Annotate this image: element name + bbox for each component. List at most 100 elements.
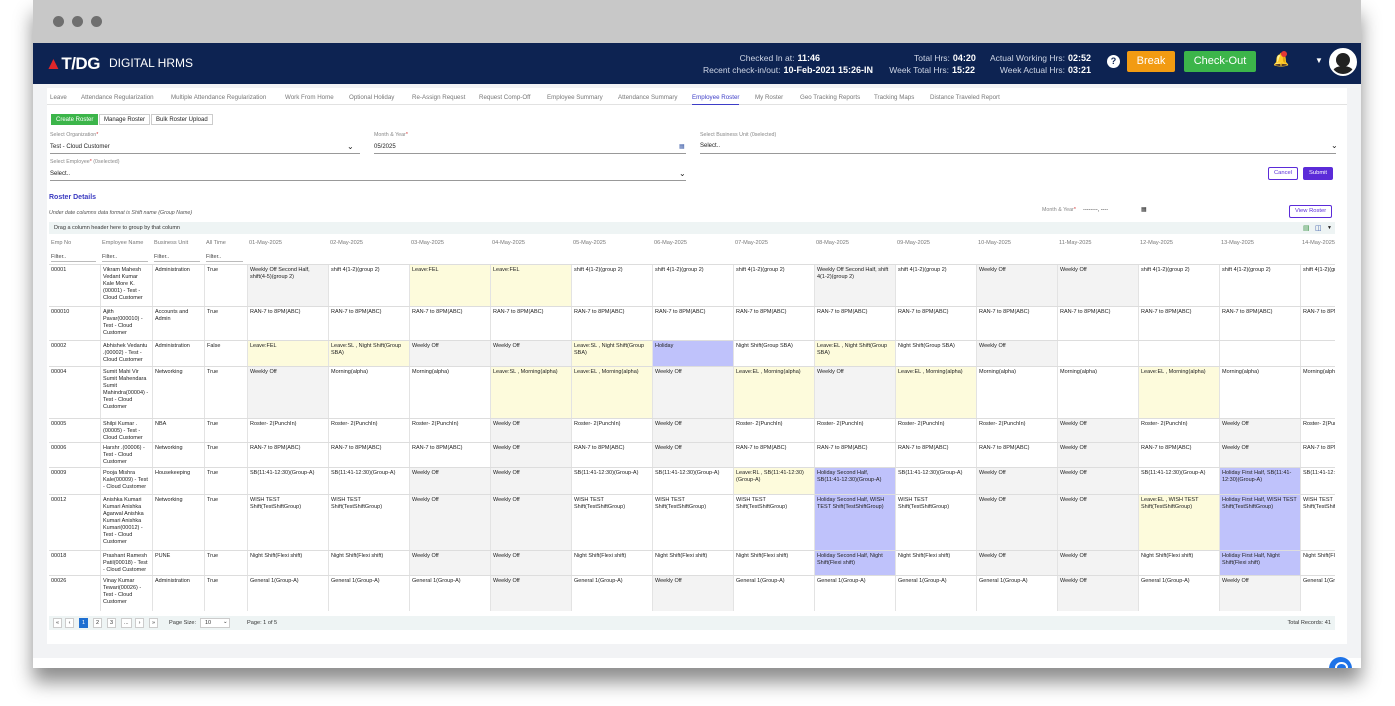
tab-tracking-maps[interactable]: Tracking Maps [874, 94, 914, 101]
roster-cell[interactable]: RAN-7 to 8PM(ABC) [328, 443, 409, 467]
roster-cell[interactable]: Weekly Off [652, 419, 733, 442]
roster-cell[interactable]: Weekly Off [1057, 551, 1138, 575]
roster-cell[interactable]: Weekly Off [490, 576, 571, 611]
roster-cell[interactable]: SB(11:41-12:30)(Group-A) [652, 468, 733, 494]
check-out-button[interactable]: Check-Out [1184, 51, 1256, 72]
roster-cell[interactable]: General 1(Group-A) [733, 576, 814, 611]
bell-icon[interactable]: 🔔 [1273, 51, 1289, 68]
roster-cell[interactable]: RAN-7 to 8PM(ABC) [490, 307, 571, 340]
column-header[interactable]: 08-May-2025 [816, 240, 849, 246]
column-header[interactable]: 11-May-2025 [1059, 240, 1092, 246]
emp-select[interactable]: Select.. [50, 171, 70, 177]
manage-roster-button[interactable]: Manage Roster [99, 114, 151, 125]
roster-cell[interactable]: Roster- 2(PunchIn) [328, 419, 409, 442]
page-button[interactable]: ... [121, 618, 132, 628]
tab-re-assign-request[interactable]: Re-Assign Request [412, 94, 465, 101]
roster-cell[interactable]: Night Shift(Group SBA) [733, 341, 814, 366]
roster-cell[interactable]: Morning(alpha) [409, 367, 490, 418]
tab-work-from-home[interactable]: Work From Home [285, 94, 334, 101]
roster-cell[interactable]: Holiday First Half, Night Shift(Flexi sh… [1219, 551, 1300, 575]
roster-cell[interactable]: SB(11:41-12:30)(Group-A) [247, 468, 328, 494]
chevron-down-icon[interactable]: ⌄ [1331, 141, 1338, 150]
roster-cell[interactable]: RAN-7 to 8PM(ABC) [571, 307, 652, 340]
tab-attendance-summary[interactable]: Attendance Summary [618, 94, 678, 101]
roster-cell[interactable]: Night Shift(Flexi shift) [571, 551, 652, 575]
column-header[interactable]: Employee Name [102, 240, 143, 246]
roster-cell[interactable]: General 1(Group-A) [895, 576, 976, 611]
roster-cell[interactable]: Leave:EL , Morning(alpha) [733, 367, 814, 418]
roster-cell[interactable]: shift 4(1-2)(group 2) [733, 265, 814, 306]
tab-leave[interactable]: Leave [50, 94, 67, 101]
roster-cell[interactable]: Leave:SL , Morning(alpha) [490, 367, 571, 418]
roster-cell[interactable]: Weekly Off [490, 468, 571, 494]
calendar-icon[interactable]: ▦ [679, 143, 685, 150]
bu-select[interactable]: Select.. [700, 143, 720, 149]
submit-button[interactable]: Submit [1303, 167, 1334, 180]
column-header[interactable]: 07-May-2025 [735, 240, 768, 246]
roster-cell[interactable]: RAN-7 to 8PM(ABC) [733, 443, 814, 467]
roster-cell[interactable]: Night Shift(Flexi shift) [733, 551, 814, 575]
month-input[interactable]: 05/2025 [374, 144, 396, 150]
roster-cell[interactable]: General 1(Group-A) [1300, 576, 1335, 611]
roster-cell[interactable]: Weekly Off [490, 419, 571, 442]
roster-cell[interactable]: Weekly Off [652, 576, 733, 611]
roster-cell[interactable]: Weekly Off [976, 551, 1057, 575]
roster-cell[interactable]: RAN-7 to 8PM(ABC) [247, 307, 328, 340]
column-chooser-icon[interactable]: ◫ [1315, 224, 1322, 232]
roster-cell[interactable]: Weekly Off [1057, 468, 1138, 494]
roster-cell[interactable]: Leave:FEL [409, 265, 490, 306]
roster-cell[interactable]: RAN-7 to 8PM(ABC) [652, 307, 733, 340]
roster-cell[interactable]: SB(11:41-12:30)(Group-A) [895, 468, 976, 494]
roster-cell[interactable]: Weekly Off [1057, 443, 1138, 467]
create-roster-button[interactable]: Create Roster [51, 114, 99, 125]
roster-cell[interactable]: Leave:EL , WISH TEST Shift(TestShiftGrou… [1138, 495, 1219, 550]
roster-cell[interactable]: Leave:RL , SB(11:41-12:30)(Group-A) [733, 468, 814, 494]
roster-cell[interactable]: Roster- 2(PunchIn) [1300, 419, 1335, 442]
roster-cell[interactable]: Leave:EL , Morning(alpha) [895, 367, 976, 418]
roster-cell[interactable]: Weekly Off [409, 551, 490, 575]
roster-cell[interactable]: Weekly Off [976, 468, 1057, 494]
chevron-down-icon[interactable]: ⌄ [223, 619, 228, 625]
roster-cell[interactable]: Morning(alpha) [328, 367, 409, 418]
roster-cell[interactable]: RAN-7 to 8PM(ABC) [1300, 307, 1335, 340]
roster-cell[interactable]: SB(11:41-12:30)(Group-A) [571, 468, 652, 494]
page-button[interactable]: 2 [93, 618, 103, 628]
roster-cell[interactable]: Weekly Off [409, 495, 490, 550]
roster-cell[interactable]: Weekly Off [1057, 265, 1138, 306]
roster-cell[interactable]: General 1(Group-A) [1138, 576, 1219, 611]
tab-my-roster[interactable]: My Roster [755, 94, 783, 101]
roster-cell[interactable]: RAN-7 to 8PM(ABC) [1138, 307, 1219, 340]
roster-cell[interactable]: Night Shift(Flexi shift) [1138, 551, 1219, 575]
help-icon[interactable]: ? [1107, 55, 1120, 68]
roster-cell[interactable]: shift 4(1-2)(group 2) [652, 265, 733, 306]
roster-cell[interactable]: WISH TEST Shift(TestShiftGroup) [571, 495, 652, 550]
roster-cell[interactable]: Night Shift(Group SBA) [895, 341, 976, 366]
roster-cell[interactable]: Night Shift(Flexi shift) [328, 551, 409, 575]
roster-cell[interactable]: Roster- 2(PunchIn) [247, 419, 328, 442]
chevron-down-icon[interactable]: ▼ [1327, 225, 1332, 231]
roster-cell[interactable]: Weekly Off [409, 468, 490, 494]
roster-cell[interactable]: shift 4(1-2)(group 2) [328, 265, 409, 306]
tab-optional-holiday[interactable]: Optional Holiday [349, 94, 394, 101]
roster-cell[interactable]: Leave:SL , Night Shift(Group SBA) [571, 341, 652, 366]
roster-cell[interactable]: SB(11:41-12:30)(Group-A) [1138, 468, 1219, 494]
roster-cell[interactable]: RAN-7 to 8PM(ABC) [1219, 307, 1300, 340]
roster-cell[interactable]: Holiday Second Half, WISH TEST Shift(Tes… [814, 495, 895, 550]
page-button[interactable]: « [53, 618, 63, 628]
roster-cell[interactable]: RAN-7 to 8PM(ABC) [1138, 443, 1219, 467]
roster-cell[interactable]: RAN-7 to 8PM(ABC) [895, 443, 976, 467]
roster-cell[interactable]: RAN-7 to 8PM(ABC) [895, 307, 976, 340]
roster-cell[interactable] [1057, 341, 1138, 366]
roster-cell[interactable]: Weekly Off [409, 341, 490, 366]
page-button[interactable]: 3 [107, 618, 117, 628]
roster-cell[interactable]: Roster- 2(PunchIn) [814, 419, 895, 442]
roster-cell[interactable] [1300, 341, 1335, 366]
tab-employee-summary[interactable]: Employee Summary [547, 94, 603, 101]
roster-cell[interactable]: RAN-7 to 8PM(ABC) [814, 443, 895, 467]
roster-cell[interactable]: Weekly Off Second Half, shift(4-5)(group… [247, 265, 328, 306]
calendar-icon[interactable]: ▦ [1141, 206, 1147, 213]
roster-cell[interactable]: Weekly Off [1219, 419, 1300, 442]
roster-cell[interactable]: Roster- 2(PunchIn) [1138, 419, 1219, 442]
page-button[interactable]: 1 [79, 618, 89, 628]
tab-distance-traveled-report[interactable]: Distance Traveled Report [930, 94, 1000, 101]
